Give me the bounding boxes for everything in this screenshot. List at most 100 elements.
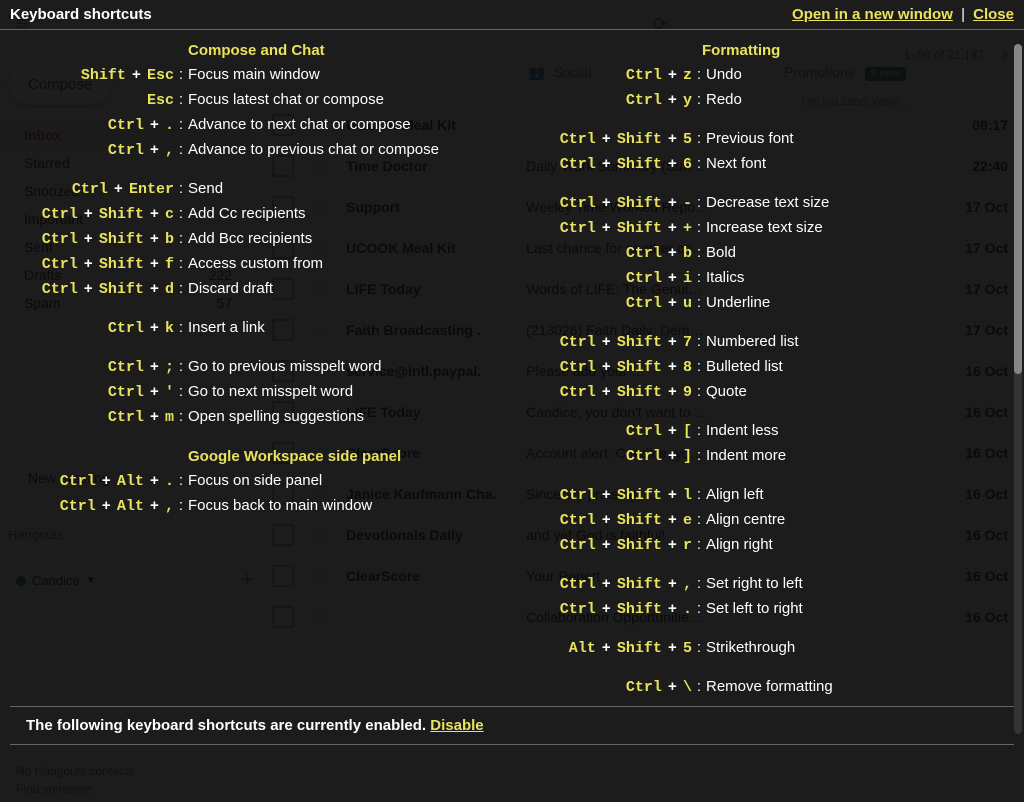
shortcut-desc: Next font bbox=[706, 152, 766, 176]
shortcut-desc: Open spelling suggestions bbox=[188, 405, 364, 429]
shortcut-desc: Focus latest chat or compose bbox=[188, 88, 384, 112]
shortcut-desc: Remove formatting bbox=[706, 675, 833, 699]
shortcut-keys: Ctrl + Shift + b bbox=[24, 227, 174, 252]
shortcut-keys: Ctrl + Shift + + bbox=[542, 216, 692, 241]
shortcut-row: Ctrl + Shift + ,:Set right to left bbox=[542, 572, 1000, 597]
shortcut-keys: Ctrl + Shift + 5 bbox=[542, 127, 692, 152]
shortcut-desc: Indent less bbox=[706, 419, 779, 443]
shortcut-keys: Ctrl + m bbox=[24, 405, 174, 430]
shortcut-desc: Bulleted list bbox=[706, 355, 783, 379]
shortcut-desc: Quote bbox=[706, 380, 747, 404]
shortcut-row: Ctrl + z:Undo bbox=[542, 63, 1000, 88]
shortcut-desc: Discard draft bbox=[188, 277, 273, 301]
shortcut-desc: Focus on side panel bbox=[188, 469, 322, 493]
shortcut-row: Ctrl + [:Indent less bbox=[542, 419, 1000, 444]
shortcut-desc: Undo bbox=[706, 63, 742, 87]
shortcut-keys: Ctrl + Shift + 6 bbox=[542, 152, 692, 177]
shortcut-desc: Insert a link bbox=[188, 316, 265, 340]
shortcut-desc: Strikethrough bbox=[706, 636, 795, 660]
shortcut-row: Ctrl + Shift + 8:Bulleted list bbox=[542, 355, 1000, 380]
shortcut-row: Ctrl + Shift + l:Align left bbox=[542, 483, 1000, 508]
shortcut-keys: Ctrl + ] bbox=[542, 444, 692, 469]
shortcut-row: Ctrl + i:Italics bbox=[542, 266, 1000, 291]
shortcut-desc: Underline bbox=[706, 291, 770, 315]
section-compose: Compose and Chat bbox=[188, 42, 482, 59]
shortcut-row: Ctrl + u:Underline bbox=[542, 291, 1000, 316]
shortcut-keys: Ctrl + Enter bbox=[24, 177, 174, 202]
shortcut-desc: Set right to left bbox=[706, 572, 803, 596]
shortcut-row: Ctrl + m:Open spelling suggestions bbox=[24, 405, 482, 430]
shortcut-desc: Add Bcc recipients bbox=[188, 227, 312, 251]
shortcut-keys: Esc bbox=[24, 89, 174, 113]
disable-link[interactable]: Disable bbox=[430, 717, 483, 734]
shortcut-desc: Go to next misspelt word bbox=[188, 380, 353, 404]
shortcut-desc: Increase text size bbox=[706, 216, 823, 240]
shortcut-row: Ctrl + y:Redo bbox=[542, 88, 1000, 113]
shortcut-row: Ctrl + ':Go to next misspelt word bbox=[24, 380, 482, 405]
section-sidepanel: Google Workspace side panel bbox=[188, 448, 482, 465]
shortcut-row: Ctrl + Shift + b:Add Bcc recipients bbox=[24, 227, 482, 252]
shortcut-desc: Focus main window bbox=[188, 63, 320, 87]
shortcut-row: Ctrl + Shift + 6:Next font bbox=[542, 152, 1000, 177]
shortcut-keys: Ctrl + Shift + - bbox=[542, 191, 692, 216]
shortcut-desc: Align left bbox=[706, 483, 764, 507]
shortcut-row: Ctrl + \:Remove formatting bbox=[542, 675, 1000, 700]
shortcut-keys: Ctrl + u bbox=[542, 291, 692, 316]
shortcut-desc: Align centre bbox=[706, 508, 785, 532]
shortcut-keys: Ctrl + Shift + 9 bbox=[542, 380, 692, 405]
keyboard-shortcuts-dialog: Keyboard shortcuts Open in a new window … bbox=[0, 0, 1024, 802]
shortcut-keys: Ctrl + Shift + 8 bbox=[542, 355, 692, 380]
shortcut-row: Ctrl + Shift + c:Add Cc recipients bbox=[24, 202, 482, 227]
shortcut-desc: Align right bbox=[706, 533, 773, 557]
shortcut-row: Ctrl + Shift + d:Discard draft bbox=[24, 277, 482, 302]
shortcut-row: Ctrl + Shift + f:Access custom from bbox=[24, 252, 482, 277]
shortcut-keys: Ctrl + Shift + l bbox=[542, 483, 692, 508]
shortcut-row: Ctrl + Shift + +:Increase text size bbox=[542, 216, 1000, 241]
close-link[interactable]: Close bbox=[973, 6, 1014, 23]
shortcut-keys: Ctrl + k bbox=[24, 316, 174, 341]
shortcut-desc: Decrease text size bbox=[706, 191, 829, 215]
shortcut-keys: Ctrl + Shift + d bbox=[24, 277, 174, 302]
shortcut-keys: Ctrl + \ bbox=[542, 675, 692, 700]
shortcut-desc: Advance to next chat or compose bbox=[188, 113, 411, 137]
shortcut-row: Ctrl + Shift + -:Decrease text size bbox=[542, 191, 1000, 216]
shortcut-keys: Ctrl + ' bbox=[24, 380, 174, 405]
shortcut-keys: Ctrl + Shift + , bbox=[542, 572, 692, 597]
shortcut-row: Ctrl + Shift + .:Set left to right bbox=[542, 597, 1000, 622]
shortcut-keys: Ctrl + [ bbox=[542, 419, 692, 444]
shortcut-desc: Indent more bbox=[706, 444, 786, 468]
shortcut-row: Ctrl + Enter:Send bbox=[24, 177, 482, 202]
dialog-title: Keyboard shortcuts bbox=[10, 6, 152, 23]
shortcut-desc: Access custom from bbox=[188, 252, 323, 276]
shortcut-keys: Ctrl + , bbox=[24, 138, 174, 163]
shortcut-row: Shift + Esc:Focus main window bbox=[24, 63, 482, 88]
shortcut-row: Ctrl + ,:Advance to previous chat or com… bbox=[24, 138, 482, 163]
shortcut-row: Ctrl + Shift + 7:Numbered list bbox=[542, 330, 1000, 355]
shortcut-keys: Ctrl + Shift + . bbox=[542, 597, 692, 622]
dialog-footer: The following keyboard shortcuts are cur… bbox=[10, 706, 1014, 745]
shortcut-keys: Ctrl + i bbox=[542, 266, 692, 291]
scrollbar-thumb[interactable] bbox=[1014, 44, 1022, 374]
shortcut-row: Ctrl + ]:Indent more bbox=[542, 444, 1000, 469]
shortcut-row: Ctrl + Shift + 5:Previous font bbox=[542, 127, 1000, 152]
shortcut-row: Ctrl + Alt + ,:Focus back to main window bbox=[24, 494, 482, 519]
open-new-window-link[interactable]: Open in a new window bbox=[792, 6, 953, 23]
shortcut-row: Ctrl + Shift + r:Align right bbox=[542, 533, 1000, 558]
shortcut-keys: Ctrl + Shift + f bbox=[24, 252, 174, 277]
shortcut-keys: Ctrl + b bbox=[542, 241, 692, 266]
shortcut-desc: Send bbox=[188, 177, 223, 201]
shortcut-keys: Ctrl + Shift + c bbox=[24, 202, 174, 227]
shortcut-row: Ctrl + ;:Go to previous misspelt word bbox=[24, 355, 482, 380]
shortcut-desc: Set left to right bbox=[706, 597, 803, 621]
shortcut-row: Ctrl + Shift + e:Align centre bbox=[542, 508, 1000, 533]
shortcut-desc: Numbered list bbox=[706, 330, 799, 354]
shortcut-keys: Ctrl + Alt + , bbox=[24, 494, 174, 519]
shortcut-keys: Ctrl + y bbox=[542, 88, 692, 113]
shortcut-row: Ctrl + .:Advance to next chat or compose bbox=[24, 113, 482, 138]
shortcut-row: Ctrl + Shift + 9:Quote bbox=[542, 380, 1000, 405]
shortcut-desc: Go to previous misspelt word bbox=[188, 355, 381, 379]
shortcut-desc: Italics bbox=[706, 266, 744, 290]
shortcut-keys: Ctrl + . bbox=[24, 113, 174, 138]
shortcut-keys: Ctrl + Alt + . bbox=[24, 469, 174, 494]
shortcut-desc: Focus back to main window bbox=[188, 494, 372, 518]
